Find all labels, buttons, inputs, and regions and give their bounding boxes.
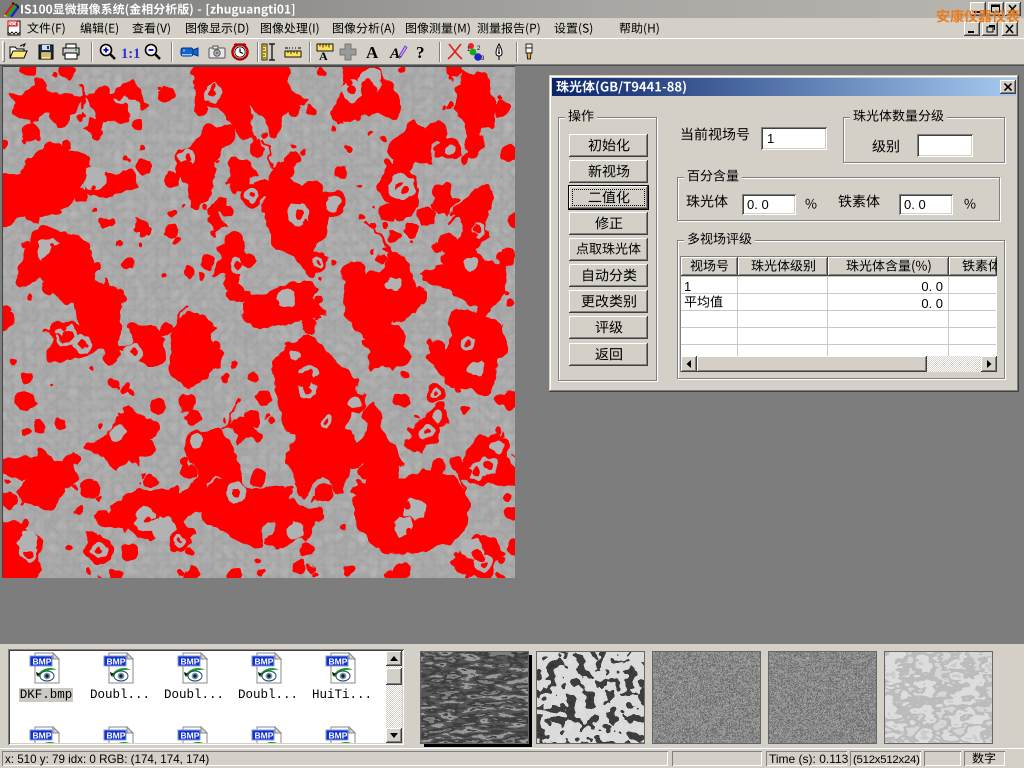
svg-text:BMP: BMP xyxy=(107,731,126,741)
svg-text:BMP: BMP xyxy=(33,731,52,741)
svg-text:BMP: BMP xyxy=(255,657,274,667)
svg-text:BMP: BMP xyxy=(181,657,200,667)
svg-text:3: 3 xyxy=(481,56,485,62)
svg-text:DOC: DOC xyxy=(9,22,20,27)
svg-text:A: A xyxy=(366,43,379,62)
svg-text:BMP: BMP xyxy=(329,731,348,741)
svg-text:BMP: BMP xyxy=(255,731,274,741)
svg-text:1:1: 1:1 xyxy=(121,46,140,62)
svg-text:2: 2 xyxy=(477,46,481,52)
svg-text:A: A xyxy=(319,49,328,63)
svg-text:BMP: BMP xyxy=(107,657,126,667)
svg-text:?: ? xyxy=(416,43,425,62)
svg-text:BMP: BMP xyxy=(33,657,52,667)
svg-text:A: A xyxy=(389,46,400,62)
svg-text:BMP: BMP xyxy=(329,657,348,667)
svg-text:BMP: BMP xyxy=(181,731,200,741)
